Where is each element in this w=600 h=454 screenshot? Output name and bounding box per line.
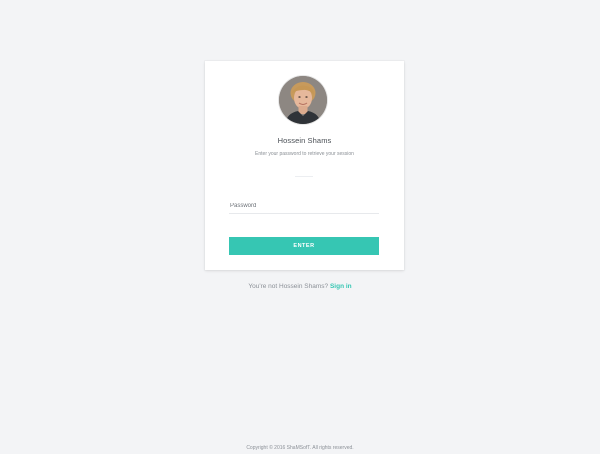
lock-screen-page: Hossein Shams Enter your password to ret… [0,0,600,454]
copyright-footer: Copyright © 2016 ShaMSofT. All rights re… [246,445,354,451]
switch-user-text: You're not Hossein Shams? [248,283,329,290]
switch-user-prompt: You're not Hossein Shams? Sign in [0,283,600,290]
password-input[interactable] [229,198,379,214]
enter-button[interactable]: ENTER [229,237,379,255]
user-photo-icon [279,76,327,124]
lock-screen-subtitle: Enter your password to retrieve your ses… [255,151,354,157]
divider [295,176,313,177]
lock-screen-card: Hossein Shams Enter your password to ret… [205,61,404,270]
avatar [279,76,327,124]
user-name: Hossein Shams [277,136,332,145]
sign-in-link[interactable]: Sign in [330,283,352,290]
